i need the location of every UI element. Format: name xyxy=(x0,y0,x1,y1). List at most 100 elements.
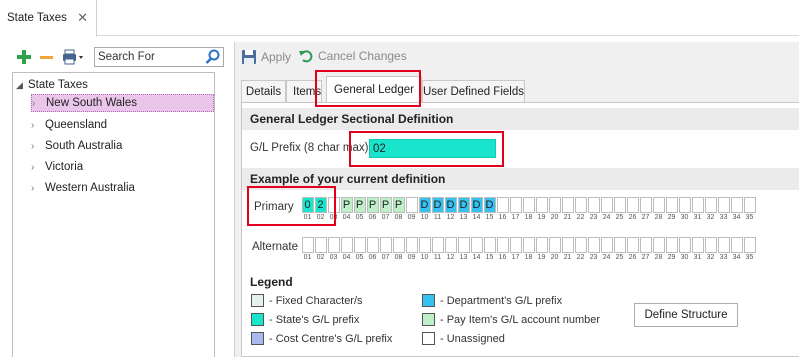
search-icon[interactable] xyxy=(205,49,221,68)
gl-char-box: D xyxy=(444,197,457,213)
gl-section-heading: General Ledger Sectional Definition xyxy=(242,108,799,130)
gl-char-box xyxy=(561,237,574,253)
gl-char-number: 33 xyxy=(719,254,728,261)
gl-char-box xyxy=(405,237,418,253)
gl-char-number: 28 xyxy=(654,254,663,261)
gl-char-number: 09 xyxy=(407,214,416,221)
tree-item-queensland[interactable]: › Queensland xyxy=(31,116,214,134)
alternate-cell-row: 01 02 03 04 05 06 07 08 09 10 11 12 13 14 15 16 17 18 19 20… xyxy=(301,237,756,261)
gl-char-box xyxy=(743,197,756,213)
legend-swatch xyxy=(251,294,264,307)
gl-char-cell: 17 xyxy=(509,237,522,261)
gl-char-box: P xyxy=(340,197,353,213)
gl-char-cell: 14 xyxy=(470,237,483,261)
gl-char-number: 18 xyxy=(524,254,533,261)
gl-char-number: 21 xyxy=(563,214,572,221)
gl-char-number: 30 xyxy=(680,254,689,261)
gl-char-cell: P 04 xyxy=(340,197,353,221)
tab-user-defined-fields[interactable]: User Defined Fields xyxy=(422,80,525,102)
gl-char-cell: 33 xyxy=(717,237,730,261)
legend-swatch xyxy=(251,332,264,345)
expand-arrow-icon[interactable]: › xyxy=(31,120,45,131)
gl-char-cell: 23 xyxy=(587,197,600,221)
gl-char-number: 26 xyxy=(628,254,637,261)
expand-arrow-icon[interactable]: › xyxy=(31,141,45,152)
gl-char-box xyxy=(730,197,743,213)
gl-char-box xyxy=(613,197,626,213)
alternate-label: Alternate xyxy=(252,241,299,253)
tab-details[interactable]: Details xyxy=(241,80,286,102)
tree-root[interactable]: ◢ State Taxes xyxy=(16,76,88,94)
gl-char-cell: 29 xyxy=(665,237,678,261)
gl-char-box: D xyxy=(418,197,431,213)
gl-char-cell: 23 xyxy=(587,237,600,261)
gl-char-number: 07 xyxy=(381,214,390,221)
primary-cell-row: 0 01 2 02 03 P 04 P 05 P 06 P 07 P 08 09 D 10 D 11 D 12 D 13 D 14… xyxy=(301,197,756,221)
gl-char-number: 19 xyxy=(537,214,546,221)
legend-swatch xyxy=(422,313,435,326)
gl-char-box xyxy=(704,197,717,213)
tree-item-label: New South Wales xyxy=(46,97,137,109)
gl-char-box xyxy=(665,237,678,253)
gl-char-number: 02 xyxy=(316,254,325,261)
gl-char-box xyxy=(587,197,600,213)
gl-char-box xyxy=(717,237,730,253)
add-icon[interactable] xyxy=(16,46,32,68)
gl-char-number: 19 xyxy=(537,254,546,261)
close-icon[interactable]: ✕ xyxy=(77,11,88,24)
gl-char-box xyxy=(548,237,561,253)
gl-char-box xyxy=(366,237,379,253)
apply-button[interactable]: Apply xyxy=(241,49,291,65)
gl-char-cell: 22 xyxy=(574,237,587,261)
gl-char-number: 05 xyxy=(355,214,364,221)
remove-icon[interactable] xyxy=(38,46,54,68)
legend-label: - State's G/L prefix xyxy=(269,313,360,326)
gl-char-number: 16 xyxy=(498,214,507,221)
gl-char-number: 08 xyxy=(394,254,403,261)
gl-char-cell: 21 xyxy=(561,197,574,221)
tree-item-western-australia[interactable]: › Western Australia xyxy=(31,179,214,197)
gl-char-cell: 32 xyxy=(704,197,717,221)
gl-char-number: 28 xyxy=(654,214,663,221)
tree-item-south-australia[interactable]: › South Australia xyxy=(31,137,214,155)
gl-char-cell: 19 xyxy=(535,237,548,261)
gl-char-number: 10 xyxy=(420,214,429,221)
left-toolbar xyxy=(12,46,224,68)
define-structure-button[interactable]: Define Structure xyxy=(634,303,738,327)
gl-char-cell: 15 xyxy=(483,237,496,261)
tree-item-victoria[interactable]: › Victoria xyxy=(31,158,214,176)
tree-item-label: South Australia xyxy=(45,140,123,152)
gl-char-number: 14 xyxy=(472,214,481,221)
gl-char-box xyxy=(639,237,652,253)
gl-char-cell: 24 xyxy=(600,197,613,221)
gl-char-box xyxy=(678,197,691,213)
gl-char-box xyxy=(431,237,444,253)
doc-tab-label: State Taxes xyxy=(7,12,67,24)
collapse-arrow-icon[interactable]: ◢ xyxy=(16,80,28,91)
search-input[interactable] xyxy=(95,48,203,66)
gl-char-cell: 22 xyxy=(574,197,587,221)
gl-char-cell: 28 xyxy=(652,197,665,221)
gl-char-cell: 10 xyxy=(418,237,431,261)
gl-char-number: 33 xyxy=(719,214,728,221)
expand-arrow-icon[interactable]: › xyxy=(31,162,45,173)
gl-char-number: 27 xyxy=(641,254,650,261)
tree-root-label: State Taxes xyxy=(28,79,88,91)
gl-char-cell: 09 xyxy=(405,237,418,261)
cancel-changes-button[interactable]: Cancel Changes xyxy=(298,49,407,63)
legend-item-unassigned: - Unassigned xyxy=(422,332,505,345)
gl-char-number: 03 xyxy=(329,254,338,261)
tree-item-new-south-wales[interactable]: › New South Wales xyxy=(31,94,214,112)
print-icon[interactable] xyxy=(61,46,87,68)
doc-tab-state-taxes[interactable]: State Taxes ✕ xyxy=(0,0,97,37)
legend-item-department: - Department's G/L prefix xyxy=(422,294,562,307)
gl-char-cell: 29 xyxy=(665,197,678,221)
gl-char-number: 08 xyxy=(394,214,403,221)
expand-arrow-icon[interactable]: › xyxy=(32,98,46,109)
gl-char-number: 01 xyxy=(303,254,312,261)
gl-char-box xyxy=(327,237,340,253)
gl-char-cell: D 13 xyxy=(457,197,470,221)
expand-arrow-icon[interactable]: › xyxy=(31,183,45,194)
gl-char-cell: D 12 xyxy=(444,197,457,221)
legend-title: Legend xyxy=(250,275,293,289)
